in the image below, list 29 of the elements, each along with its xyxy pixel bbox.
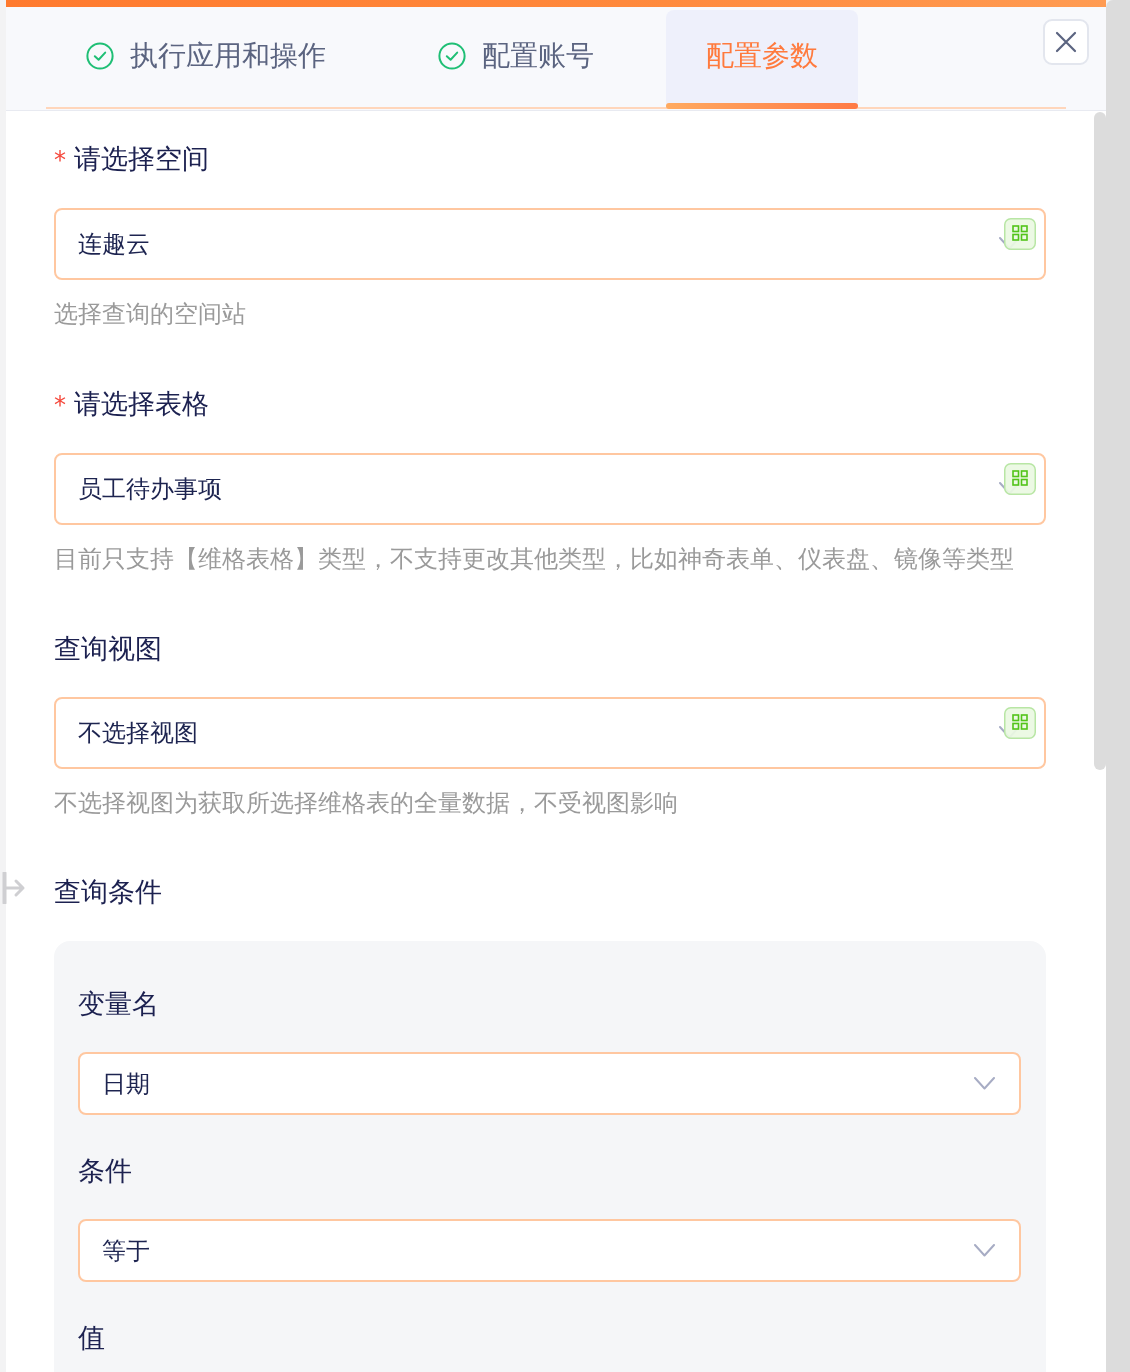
dropdown-field[interactable]: 员工待办事项	[54, 453, 1046, 525]
scrollbar[interactable]	[1106, 0, 1130, 1372]
dropdown-field[interactable]: 等于	[78, 1219, 1021, 1282]
field-label: 变量名	[78, 987, 159, 1021]
section-title: 查询条件	[54, 875, 162, 909]
chevron-down-icon	[974, 1076, 995, 1090]
scrollbar-thumb[interactable]	[1094, 112, 1106, 770]
grid-icon	[1004, 707, 1036, 739]
step-tab[interactable]: 执行应用和操作	[46, 10, 366, 107]
grid-icon	[1004, 463, 1036, 495]
field-label: 请选择空间	[74, 142, 209, 176]
chevron-down-icon	[974, 1243, 995, 1257]
required-mark: *	[54, 145, 66, 176]
help-text: 不选择视图为获取所选择维格表的全量数据，不受视图影响	[54, 788, 679, 819]
dropdown-field[interactable]: 不选择视图	[54, 697, 1046, 769]
step-tab[interactable]: 配置账号	[398, 10, 634, 107]
grid-icon	[1004, 218, 1036, 250]
close-button[interactable]	[1043, 19, 1089, 65]
field-label: 请选择表格	[74, 387, 209, 421]
help-text: 选择查询的空间站	[54, 299, 247, 330]
required-mark: *	[54, 390, 66, 421]
dropdown-field[interactable]: 连趣云	[54, 208, 1046, 280]
bar-arrow-icon[interactable]	[0, 872, 26, 904]
dropdown-field[interactable]: 日期	[78, 1052, 1021, 1115]
help-text: 目前只支持【维格表格】类型，不支持更改其他类型，比如神奇表单、仪表盘、镜像等类型	[54, 544, 1015, 575]
field-label: 值	[78, 1321, 105, 1355]
close-icon	[1055, 31, 1077, 53]
field-label: 条件	[78, 1154, 132, 1188]
field-label: 查询视图	[54, 632, 162, 666]
